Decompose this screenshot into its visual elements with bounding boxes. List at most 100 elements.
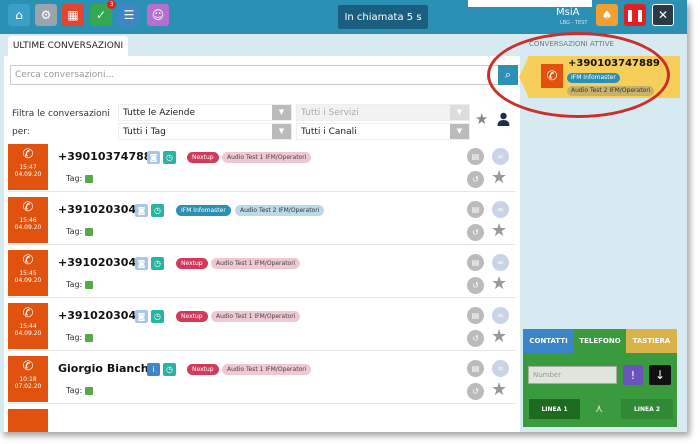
voicemail-icon[interactable]: ∞ bbox=[492, 254, 509, 271]
contacts-icon[interactable]: ☺ bbox=[147, 4, 169, 26]
line1-button[interactable]: LINEA 1 bbox=[529, 399, 580, 419]
service-pill: Audio Test 2 IFM/Operatori bbox=[235, 205, 325, 216]
callback-icon[interactable]: ↺ bbox=[467, 330, 484, 347]
service-pill: Audio Test 1 IFM/Operatori bbox=[222, 364, 312, 375]
tag-label: Tag: bbox=[66, 227, 83, 236]
star-icon[interactable]: ★ bbox=[491, 326, 507, 347]
star-filter-icon[interactable]: ★ bbox=[475, 110, 488, 128]
search-input[interactable]: Cerca conversazioni... bbox=[10, 65, 500, 85]
tab-telefono[interactable]: TELEFONO bbox=[574, 329, 626, 353]
contact-icon[interactable]: ◙ bbox=[135, 310, 148, 323]
row-number: +3910203040 bbox=[58, 309, 144, 322]
pause-icon[interactable]: ❚❚ bbox=[624, 4, 646, 26]
company-pill: IFM Infomaster bbox=[176, 205, 231, 216]
conversation-row[interactable]: ✆ 15:44 04.09.20 +3910203040 ◙ ◷ Nextup Au… bbox=[8, 303, 516, 351]
history-icon[interactable]: ◷ bbox=[151, 257, 164, 270]
row-number: +3910203040 bbox=[58, 256, 144, 269]
company-pill: Nextup bbox=[187, 364, 219, 375]
number-input[interactable]: Number bbox=[528, 366, 617, 384]
row-date: 04.09.20 bbox=[14, 330, 42, 337]
row-date: 04.09.20 bbox=[14, 171, 42, 178]
row-time: 15:47 bbox=[19, 164, 37, 171]
row-number: +3910203040 bbox=[58, 203, 144, 216]
call-time-badge bbox=[8, 409, 48, 432]
voicemail-icon[interactable]: ∞ bbox=[492, 148, 509, 165]
notes-icon[interactable]: ▤ bbox=[467, 254, 484, 271]
conversation-row[interactable] bbox=[8, 409, 516, 432]
select-tag-value: Tutti i Tag bbox=[123, 127, 166, 137]
gear-icon[interactable]: ⚙ bbox=[35, 4, 57, 26]
tab-conversations[interactable]: ULTIME CONVERSAZIONI bbox=[8, 36, 128, 56]
callback-icon[interactable]: ↺ bbox=[467, 277, 484, 294]
conversation-row[interactable]: ✆ 15:45 04.09.20 +3910203040 ◙ ◷ Nextup Au… bbox=[8, 250, 516, 298]
select-tag[interactable]: Tutti i Tag ▼ bbox=[118, 123, 292, 140]
call-time-badge: ✆ 10:18 07.02.20 bbox=[8, 356, 48, 402]
close-icon[interactable]: ✕ bbox=[652, 4, 674, 26]
callback-icon[interactable]: ↺ bbox=[467, 224, 484, 241]
company-pill: Nextup bbox=[176, 258, 208, 269]
notes-icon[interactable]: ▤ bbox=[467, 201, 484, 218]
callback-icon[interactable]: ↺ bbox=[467, 171, 484, 188]
chevron-down-icon: ▼ bbox=[450, 105, 469, 120]
notes-icon[interactable]: ▤ bbox=[467, 360, 484, 377]
conversation-row[interactable]: ✆ 10:18 07.02.20 Giorgio Bianchi i ◷ Nextu… bbox=[8, 356, 516, 404]
row-number: Giorgio Bianchi bbox=[58, 362, 153, 375]
history-icon[interactable]: ◷ bbox=[151, 310, 164, 323]
tab-tastiera[interactable]: TASTIERA bbox=[626, 329, 677, 353]
conversation-row[interactable]: ✆ 15:46 04.09.20 +3910203040 ◙ ◷ IFM Infom… bbox=[8, 197, 516, 245]
user-filter-icon[interactable] bbox=[497, 112, 510, 126]
calendar-icon[interactable]: ▦ bbox=[62, 4, 84, 26]
chevron-down-icon: ▼ bbox=[272, 105, 291, 120]
phone-icon: ✆ bbox=[22, 306, 34, 321]
info-icon[interactable]: i bbox=[147, 363, 160, 376]
service-pill: Audio Test 1 IFM/Operatori bbox=[211, 311, 301, 322]
select-aziende[interactable]: Tutte le Aziende ▼ bbox=[118, 104, 292, 121]
callback-icon[interactable]: ↺ bbox=[467, 383, 484, 400]
call-time-badge: ✆ 15:44 04.09.20 bbox=[8, 303, 48, 349]
call-time-badge: ✆ 15:47 04.09.20 bbox=[8, 144, 48, 190]
line2-button[interactable]: LINEA 2 bbox=[621, 399, 673, 419]
history-icon[interactable]: ◷ bbox=[151, 204, 164, 217]
check-icon[interactable]: ✓ 3 bbox=[90, 0, 116, 26]
row-date: 07.02.20 bbox=[14, 383, 42, 390]
home-icon[interactable]: ⌂ bbox=[8, 4, 30, 26]
alert-button[interactable]: ! bbox=[623, 365, 643, 385]
star-icon[interactable]: ★ bbox=[491, 220, 507, 241]
tag-icon[interactable] bbox=[85, 281, 93, 289]
tag-icon[interactable] bbox=[85, 175, 93, 183]
bell-icon[interactable]: ♠ bbox=[596, 4, 618, 26]
row-time: 15:45 bbox=[19, 270, 37, 277]
history-icon[interactable]: ◷ bbox=[163, 363, 176, 376]
list-icon[interactable]: ☰ bbox=[118, 4, 140, 26]
dialer-panel: CONTATTI TELEFONO TASTIERA Number ! ↓ LI… bbox=[523, 329, 677, 427]
notes-icon[interactable]: ▤ bbox=[467, 148, 484, 165]
arrow-down-icon[interactable]: ↓ bbox=[649, 365, 671, 385]
notes-icon[interactable]: ▤ bbox=[467, 307, 484, 324]
tag-label: Tag: bbox=[66, 280, 83, 289]
voicemail-icon[interactable]: ∞ bbox=[492, 307, 509, 324]
phone-icon: ✆ bbox=[22, 359, 34, 374]
row-time: 15:44 bbox=[19, 323, 37, 330]
star-icon[interactable]: ★ bbox=[491, 379, 507, 400]
filter-label: Filtra le conversazioni per: bbox=[12, 109, 110, 137]
tab-contatti[interactable]: CONTATTI bbox=[523, 329, 574, 353]
voicemail-icon[interactable]: ∞ bbox=[492, 360, 509, 377]
company-pill: Nextup bbox=[176, 311, 208, 322]
app-window: ⌂ ⚙ ▦ ✓ 3 ☰ ☺ In chiamata 5 s MsiA LBG - … bbox=[0, 0, 687, 432]
history-icon[interactable]: ◷ bbox=[163, 151, 176, 164]
contact-icon[interactable]: ◙ bbox=[135, 257, 148, 270]
tag-icon[interactable] bbox=[85, 228, 93, 236]
phone-icon: ✆ bbox=[22, 200, 34, 215]
voicemail-icon[interactable]: ∞ bbox=[492, 201, 509, 218]
contact-icon[interactable]: ◙ bbox=[135, 204, 148, 217]
select-canali[interactable]: Tutti i Canali ▼ bbox=[296, 123, 470, 140]
chevron-down-icon: ▼ bbox=[272, 124, 291, 139]
star-icon[interactable]: ★ bbox=[491, 273, 507, 294]
conversation-row[interactable]: ✆ 15:47 04.09.20 +390103747889 ◙ ◷ Nextup … bbox=[8, 144, 516, 192]
tag-icon[interactable] bbox=[85, 334, 93, 342]
star-icon[interactable]: ★ bbox=[491, 167, 507, 188]
phone-icon: ✆ bbox=[22, 147, 34, 162]
contact-icon[interactable]: ◙ bbox=[147, 151, 160, 164]
select-servizi: Tutti i Servizi ▼ bbox=[296, 104, 470, 121]
tag-icon[interactable] bbox=[85, 387, 93, 395]
